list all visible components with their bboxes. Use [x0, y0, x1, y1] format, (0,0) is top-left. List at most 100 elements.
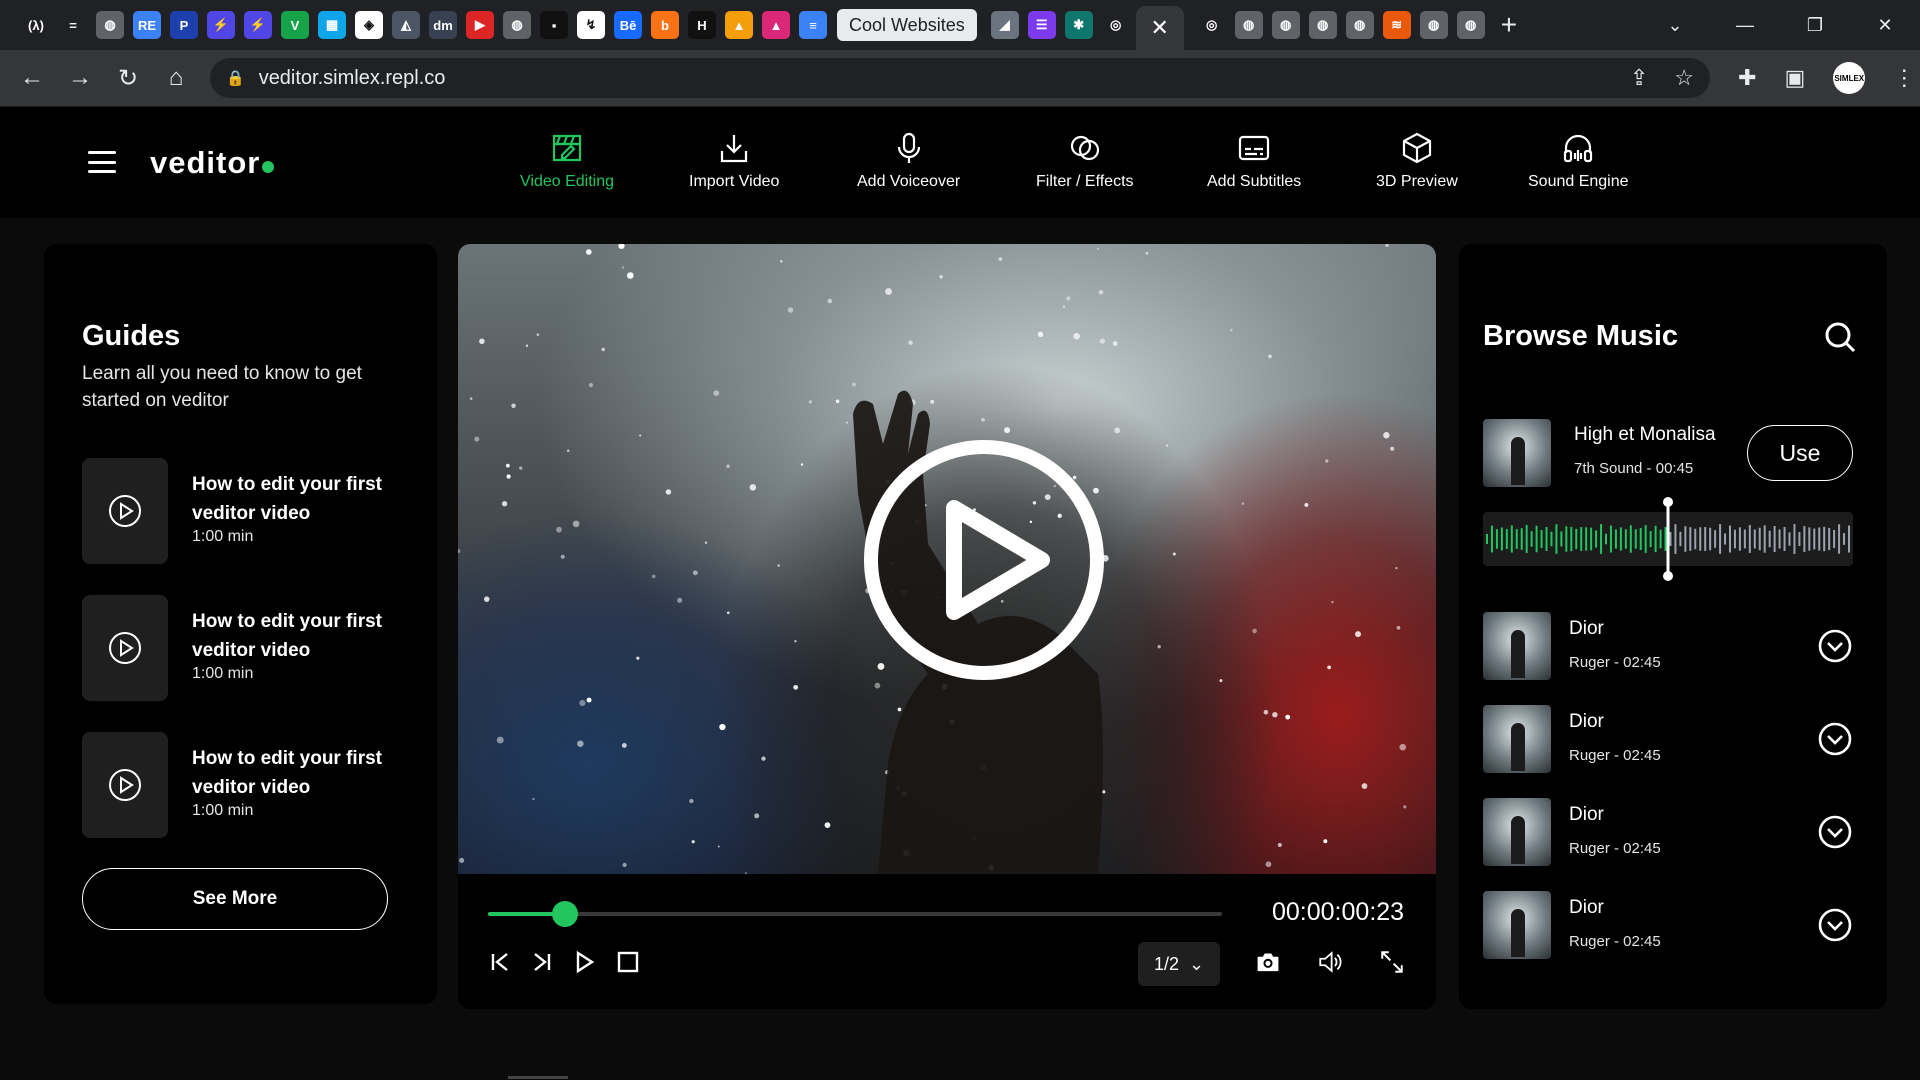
volume-button[interactable]: [1310, 946, 1350, 978]
app-logo[interactable]: veditor: [150, 145, 275, 181]
tab-cool-websites[interactable]: Cool Websites: [837, 9, 977, 41]
tab-favicon[interactable]: V: [281, 11, 309, 39]
chevron-down-circle-icon[interactable]: [1817, 628, 1853, 664]
tab-search-icon[interactable]: ⌄: [1640, 15, 1710, 36]
nav-add-subtitles[interactable]: Add Subtitles: [1207, 131, 1301, 191]
tab-favicon[interactable]: ▶: [466, 11, 494, 39]
share-icon[interactable]: ⇪: [1630, 65, 1648, 91]
window-close-icon[interactable]: ✕: [1850, 15, 1920, 36]
guide-thumbnail[interactable]: [82, 458, 168, 564]
next-frame-button[interactable]: [526, 946, 558, 978]
profile-avatar[interactable]: SIMLEX: [1833, 62, 1866, 94]
use-track-button[interactable]: Use: [1747, 425, 1853, 481]
video-frame[interactable]: [458, 244, 1436, 874]
restore-icon[interactable]: ❐: [1780, 15, 1850, 36]
tab-favicon[interactable]: ◭: [392, 11, 420, 39]
skip-start-button[interactable]: [484, 946, 516, 978]
tab-favicon[interactable]: ◎: [1101, 11, 1130, 39]
stop-button[interactable]: [612, 946, 644, 978]
home-icon[interactable]: ⌂: [152, 64, 200, 92]
back-icon[interactable]: ←: [8, 64, 56, 92]
address-bar[interactable]: 🔒 veditor.simlex.repl.co ⇪ ☆: [210, 58, 1710, 98]
song-thumbnail[interactable]: [1483, 798, 1551, 866]
guide-item[interactable]: How to edit your first veditor video 1:0…: [82, 732, 412, 838]
see-more-button[interactable]: See More: [82, 868, 388, 930]
seek-bar-handle[interactable]: [552, 901, 579, 927]
tab-favicon[interactable]: ◍: [1234, 11, 1263, 39]
tab-favicon[interactable]: (λ): [22, 11, 50, 39]
tab-favicon[interactable]: ⚡: [244, 11, 272, 39]
tab-favicon[interactable]: =: [59, 11, 87, 39]
tab-favicon[interactable]: Bē: [614, 11, 642, 39]
nav-filter-effects[interactable]: Filter / Effects: [1036, 131, 1134, 191]
tab-favicon[interactable]: b: [651, 11, 679, 39]
tab-favicon[interactable]: ▪: [540, 11, 568, 39]
lock-icon[interactable]: 🔒: [226, 69, 245, 87]
tab-favicon[interactable]: RE: [133, 11, 161, 39]
guide-item[interactable]: How to edit your first veditor video 1:0…: [82, 595, 412, 701]
guide-thumbnail[interactable]: [82, 732, 168, 838]
tab-favicon[interactable]: ◍: [1419, 11, 1448, 39]
volume-icon: [1319, 951, 1342, 973]
minimize-icon[interactable]: —: [1710, 15, 1780, 36]
tab-favicon[interactable]: ↯: [577, 11, 605, 39]
nav-import-video[interactable]: Import Video: [689, 131, 779, 191]
chevron-down-circle-icon[interactable]: [1817, 721, 1853, 757]
tab-favicon[interactable]: ◢: [990, 11, 1019, 39]
active-tab[interactable]: ✕: [1135, 6, 1184, 50]
play-button[interactable]: [568, 946, 600, 978]
fullscreen-button[interactable]: [1372, 946, 1412, 978]
song-thumbnail[interactable]: [1483, 612, 1551, 680]
waveform-playhead[interactable]: [1663, 497, 1673, 581]
tab-favicon[interactable]: ≋: [1382, 11, 1411, 39]
extensions-icon[interactable]: ✚: [1738, 65, 1756, 91]
snapshot-button[interactable]: [1248, 946, 1288, 978]
big-play-icon[interactable]: [862, 438, 1106, 682]
bookmark-star-icon[interactable]: ☆: [1674, 65, 1694, 91]
song-name: Dior: [1569, 804, 1604, 825]
featured-track-thumbnail[interactable]: [1483, 419, 1551, 487]
tab-favicon[interactable]: ◍: [1345, 11, 1374, 39]
reload-icon[interactable]: ↻: [104, 64, 152, 93]
tab-favicon[interactable]: ◍: [1308, 11, 1337, 39]
forward-icon[interactable]: →: [56, 64, 104, 92]
tab-favicon[interactable]: ☰: [1027, 11, 1056, 39]
chevron-down-circle-icon[interactable]: [1817, 814, 1853, 850]
tab-favicon[interactable]: P: [170, 11, 198, 39]
tab-favicon[interactable]: ≡: [799, 11, 827, 39]
window-controls: ⌄ — ❐ ✕: [1640, 0, 1920, 50]
tab-favicon[interactable]: dm: [429, 11, 457, 39]
waveform-bar: [1748, 525, 1751, 553]
tab-favicon[interactable]: ◎: [1197, 11, 1226, 39]
search-icon[interactable]: [1823, 320, 1857, 354]
guide-thumbnail[interactable]: [82, 595, 168, 701]
tab-favicon[interactable]: ◍: [1271, 11, 1300, 39]
nav-3d-preview[interactable]: 3D Preview: [1376, 131, 1458, 191]
seek-bar[interactable]: [488, 901, 1222, 927]
close-icon[interactable]: ✕: [1151, 15, 1169, 41]
nav-sound-engine[interactable]: Sound Engine: [1528, 131, 1629, 191]
song-meta: Ruger - 02:45: [1569, 654, 1661, 671]
chevron-down-circle-icon[interactable]: [1817, 907, 1853, 943]
tab-favicon[interactable]: H: [688, 11, 716, 39]
page-select[interactable]: 1/2 ⌄: [1138, 942, 1220, 986]
browser-menu-icon[interactable]: ⋮: [1893, 65, 1915, 91]
nav-video-editing[interactable]: Video Editing: [520, 131, 614, 191]
logo-text: veditor: [150, 145, 261, 180]
side-panel-icon[interactable]: ▣: [1784, 65, 1805, 91]
nav-add-voiceover[interactable]: Add Voiceover: [857, 131, 960, 191]
tab-favicon[interactable]: ▲: [762, 11, 790, 39]
tab-favicon[interactable]: ◍: [1456, 11, 1485, 39]
tab-favicon[interactable]: ◈: [355, 11, 383, 39]
guide-item[interactable]: How to edit your first veditor video 1:0…: [82, 458, 412, 564]
tab-favicon[interactable]: ⚡: [207, 11, 235, 39]
hamburger-menu-icon[interactable]: [88, 151, 116, 173]
tab-favicon[interactable]: ✱: [1064, 11, 1093, 39]
song-thumbnail[interactable]: [1483, 891, 1551, 959]
song-thumbnail[interactable]: [1483, 705, 1551, 773]
new-tab-button[interactable]: +: [1501, 9, 1517, 41]
tab-favicon[interactable]: ▦: [318, 11, 346, 39]
tab-favicon[interactable]: ▲: [725, 11, 753, 39]
tab-favicon[interactable]: ◍: [503, 11, 531, 39]
tab-favicon[interactable]: ◍: [96, 11, 124, 39]
